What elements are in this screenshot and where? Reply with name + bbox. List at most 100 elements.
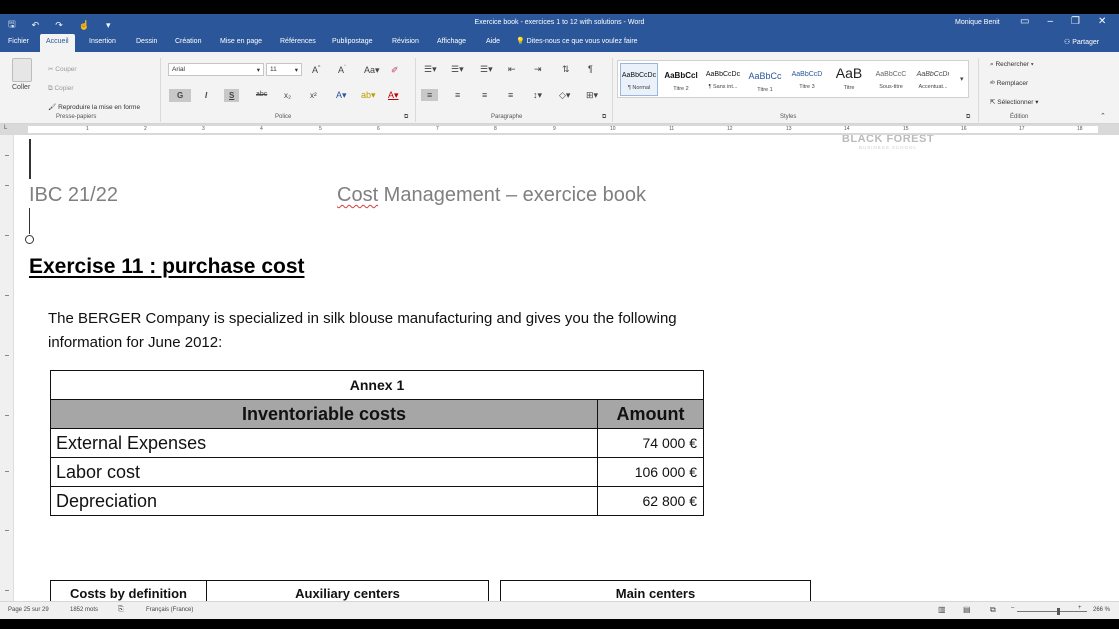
style-sous-titre[interactable]: AaBbCcC Sous-titre <box>872 63 910 96</box>
style-titre-1[interactable]: AaBbCc Titre 1 <box>746 63 784 96</box>
page-count[interactable]: Page 25 sur 29 <box>8 607 49 613</box>
multilevel-list-icon[interactable]: ☰▾ <box>480 64 493 75</box>
style-titre-3[interactable]: AaBbCcD Titre 3 <box>788 63 826 96</box>
font-dialog-icon[interactable]: ⧉ <box>404 114 408 121</box>
style-name: Sous-titre <box>879 84 903 90</box>
replace-button[interactable]: ᵃᵇ Remplacer <box>990 74 1038 93</box>
subscript-icon[interactable]: x₂ <box>284 91 291 100</box>
user-name[interactable]: Monique Benit <box>955 19 1000 26</box>
tab-selector-icon[interactable]: L <box>4 125 7 131</box>
pilcrow-icon[interactable]: ¶ <box>588 64 593 74</box>
justify-icon[interactable]: ≡ <box>508 90 513 100</box>
highlight-icon[interactable]: ab▾ <box>361 90 376 101</box>
grow-font-icon[interactable]: A^ <box>312 65 320 75</box>
horizontal-ruler[interactable]: L 1 2 3 4 5 6 7 8 9 10 11 12 13 14 15 16… <box>0 124 1119 135</box>
strikethrough-button[interactable]: abc <box>256 91 267 98</box>
screen-bottom-bar <box>0 619 1119 629</box>
styles-more-icon[interactable]: ▾ <box>960 75 964 83</box>
style-name: Titre 1 <box>757 87 773 93</box>
line-spacing-icon[interactable]: ↕▾ <box>533 90 542 101</box>
font-name-select[interactable]: Arial ▾ <box>168 63 264 76</box>
align-left-icon[interactable]: ≡ <box>421 89 439 101</box>
tell-me-box[interactable]: 💡 Dites-nous ce que vous voulez faire <box>516 37 638 45</box>
anchor-icon[interactable] <box>25 235 34 244</box>
copy-button[interactable]: ⧉ Copier <box>48 79 140 98</box>
zoom-slider-handle[interactable] <box>1057 608 1060 615</box>
ribbon-tabs: Fichier Accueil Insertion Dessin Créatio… <box>0 33 1119 52</box>
share-button[interactable]: ⚇ Partager <box>1064 38 1099 46</box>
maximize-icon[interactable]: ❐ <box>1071 16 1080 27</box>
close-icon[interactable]: ✕ <box>1098 16 1106 27</box>
zoom-level[interactable]: 266 % <box>1093 607 1110 613</box>
increase-indent-icon[interactable]: ⇥ <box>534 64 542 75</box>
cut-button[interactable]: ✂ Couper <box>48 60 140 79</box>
row-amount: 74 000 € <box>597 428 704 458</box>
tab-dessin[interactable]: Dessin <box>136 38 157 45</box>
select-button[interactable]: ⇱ Sélectionner ▾ <box>990 93 1038 112</box>
document-area[interactable]: BLACK FOREST BUSINESS SCHOOL IBC 21/22 C… <box>0 135 1119 601</box>
exercise-title: Exercise 11 : purchase cost <box>29 255 305 278</box>
proofing-icon[interactable]: ⎘ <box>118 606 124 614</box>
print-layout-icon[interactable]: ▤ <box>963 605 971 614</box>
zoom-out-icon[interactable]: – <box>1011 605 1014 611</box>
numbering-icon[interactable]: ☰▾ <box>451 64 464 75</box>
decrease-indent-icon[interactable]: ⇤ <box>508 64 516 75</box>
superscript-icon[interactable]: x² <box>310 91 317 100</box>
sort-icon[interactable]: ⇅ <box>562 64 570 75</box>
zoom-in-icon[interactable]: + <box>1078 605 1082 611</box>
text-effects-icon[interactable]: A▾ <box>336 90 347 101</box>
style-preview: AaB <box>835 65 863 81</box>
tab-mise-en-page[interactable]: Mise en page <box>220 38 262 45</box>
align-right-icon[interactable]: ≡ <box>482 90 487 100</box>
underline-button[interactable]: S <box>224 89 240 102</box>
style-sans-interligne[interactable]: AaBbCcDc ¶ Sans int... <box>704 63 742 96</box>
table-row: Depreciation 62 800 € <box>50 486 704 516</box>
styles-dialog-icon[interactable]: ⧉ <box>966 114 970 121</box>
web-layout-icon[interactable]: ⧉ <box>990 605 996 615</box>
editing-group-label: Édition <box>1010 114 1029 120</box>
collapse-ribbon-icon[interactable]: ⌃ <box>1100 112 1106 120</box>
font-color-icon[interactable]: A▾ <box>388 90 399 101</box>
paste-button[interactable]: Coller <box>12 84 30 91</box>
tab-fichier[interactable]: Fichier <box>8 38 29 45</box>
tab-publipostage[interactable]: Publipostage <box>332 38 372 45</box>
style-normal[interactable]: AaBbCcDc ¶ Normal <box>620 63 658 96</box>
zoom-slider[interactable] <box>1017 611 1087 612</box>
language[interactable]: Français (France) <box>146 607 193 613</box>
tab-affichage[interactable]: Affichage <box>437 38 466 45</box>
style-accentuation[interactable]: AaBbCcDı Accentuat... <box>914 63 952 96</box>
vertical-ruler[interactable] <box>0 135 14 601</box>
minimize-icon[interactable]: – <box>1047 16 1053 27</box>
clipboard-items: ✂ Couper ⧉ Copier 🖌 Reproduire la mise e… <box>48 60 140 117</box>
shrink-font-icon[interactable]: Aˇ <box>338 65 346 75</box>
tab-aide[interactable]: Aide <box>486 38 500 45</box>
replace-label: Remplacer <box>996 80 1029 87</box>
ribbon-display-icon[interactable]: ▭ <box>1020 16 1029 27</box>
chevron-down-icon: ▾ <box>294 67 298 74</box>
style-titre[interactable]: AaB Titre <box>830 63 868 96</box>
find-button[interactable]: ⌕ Rechercher ▾ <box>990 55 1038 74</box>
tab-revision[interactable]: Révision <box>392 38 419 45</box>
bold-button[interactable]: G <box>169 89 192 102</box>
paste-icon[interactable] <box>12 58 32 82</box>
align-center-icon[interactable]: ≡ <box>455 90 460 100</box>
borders-icon[interactable]: ⊞▾ <box>586 90 598 101</box>
paragraph-dialog-icon[interactable]: ⧉ <box>602 114 606 121</box>
tab-creation[interactable]: Création <box>175 38 201 45</box>
shading-icon[interactable]: ◇▾ <box>559 90 570 101</box>
annex-table: Annex 1 Inventoriable costs Amount Exter… <box>50 370 704 516</box>
tab-accueil[interactable]: Accueil <box>40 34 75 52</box>
tab-references[interactable]: Références <box>280 38 316 45</box>
header-auxiliary-centers: Auxiliary centers <box>206 580 489 601</box>
font-size-select[interactable]: 11 ▾ <box>266 63 302 76</box>
word-count[interactable]: 1852 mots <box>70 607 98 613</box>
clear-format-icon[interactable]: ✐ <box>391 65 399 76</box>
style-titre-2[interactable]: AaBbCcl Titre 2 <box>662 63 700 96</box>
tab-insertion[interactable]: Insertion <box>89 38 116 45</box>
find-label: Rechercher <box>995 61 1030 68</box>
italic-button[interactable]: I <box>205 91 207 100</box>
header-title: Cost Management – exercice book <box>337 184 646 207</box>
bullets-icon[interactable]: ☰▾ <box>424 64 437 75</box>
change-case-icon[interactable]: Aa▾ <box>364 65 380 76</box>
read-mode-icon[interactable]: ▥ <box>938 605 946 614</box>
